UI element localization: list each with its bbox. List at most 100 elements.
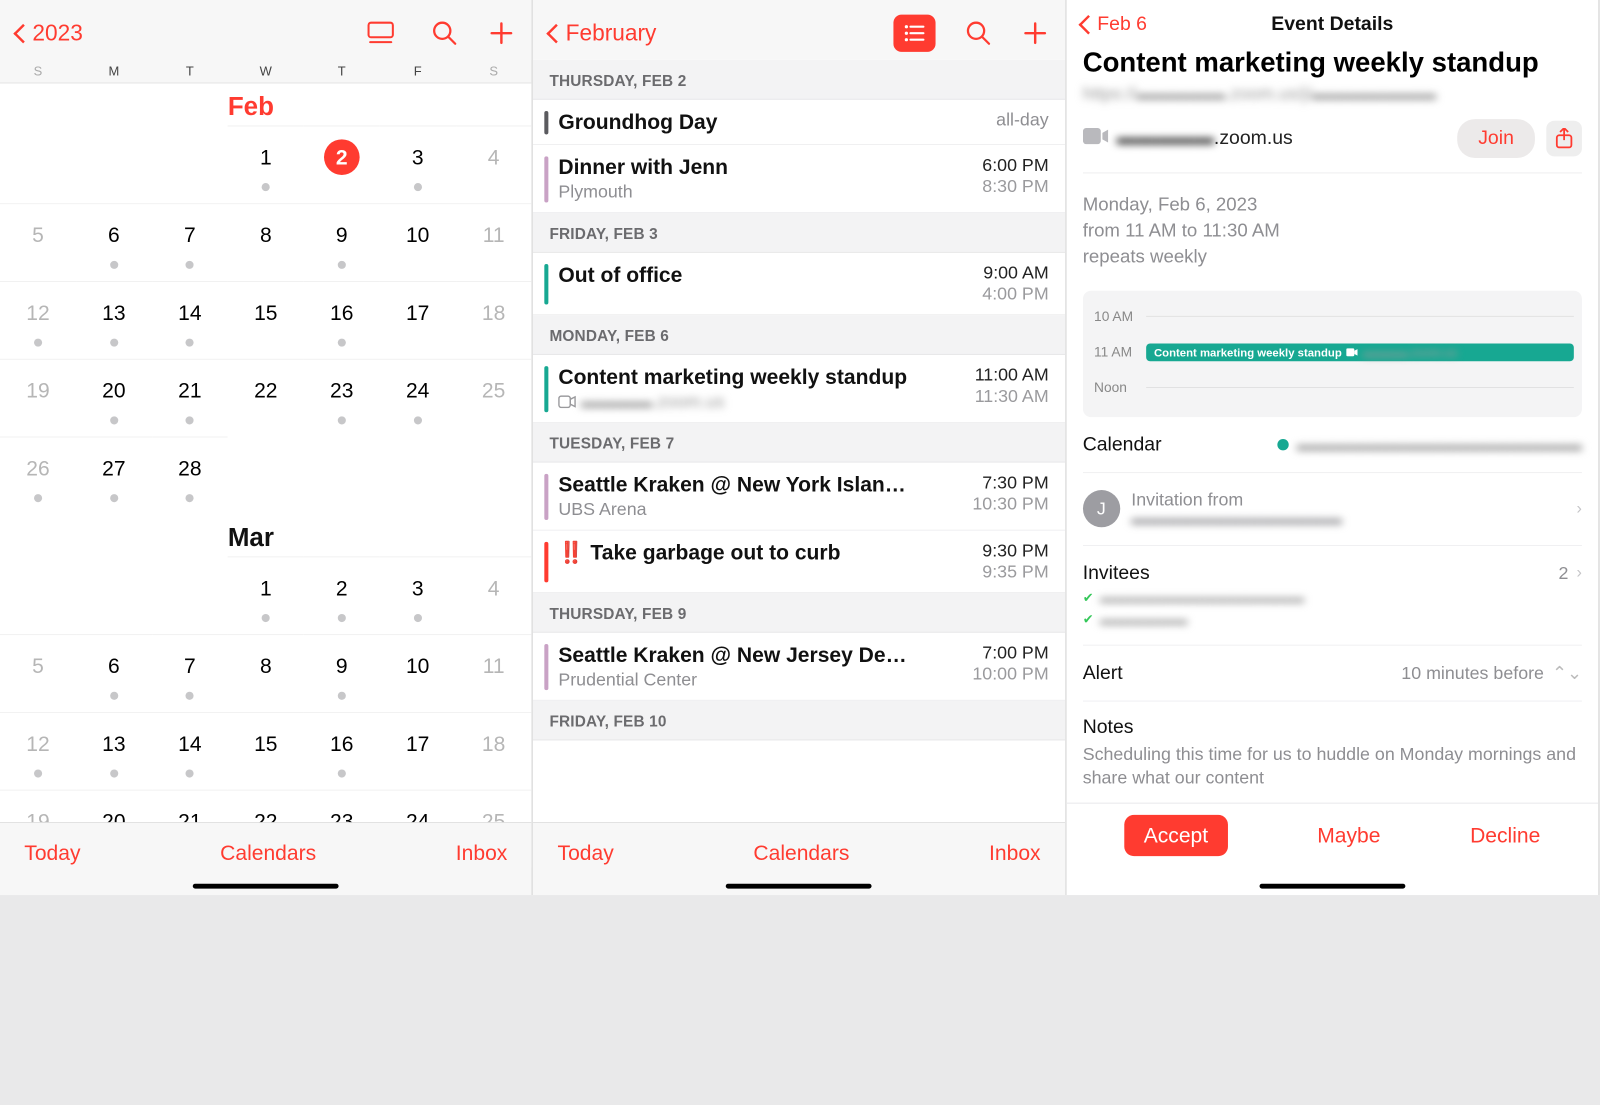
day-cell[interactable]: 6: [76, 634, 152, 712]
day-cell[interactable]: 27: [76, 437, 152, 515]
event-dot: [186, 416, 194, 424]
event-detail-body[interactable]: Content marketing weekly standup https:/…: [1066, 42, 1598, 803]
invitees-row[interactable]: Invitees 2 › ✔▬▬▬▬▬▬▬▬▬▬▬▬▬▬ ✔▬▬▬▬▬▬: [1083, 546, 1582, 646]
day-cell[interactable]: 17: [380, 281, 456, 359]
day-cell[interactable]: 24: [380, 359, 456, 437]
add-event-button[interactable]: [488, 19, 516, 47]
back-button[interactable]: 2023: [16, 20, 83, 46]
accept-button[interactable]: Accept: [1124, 815, 1227, 856]
day-cell[interactable]: 20: [76, 790, 152, 822]
invitation-row[interactable]: J Invitation from ▬▬▬▬▬▬▬▬▬▬▬▬▬ ›: [1083, 473, 1582, 546]
day-cell[interactable]: 16: [304, 712, 380, 790]
day-cell[interactable]: 7: [152, 203, 228, 281]
day-cell[interactable]: 21: [152, 359, 228, 437]
timeline-event[interactable]: Content marketing weekly standup ▬▬▬▬.zo…: [1146, 343, 1574, 361]
day-cell[interactable]: 23: [304, 790, 380, 822]
day-cell[interactable]: 9: [304, 634, 380, 712]
decline-button[interactable]: Decline: [1470, 823, 1540, 848]
agenda-item-title: Content marketing weekly standup: [558, 365, 965, 390]
day-cell[interactable]: 11: [456, 203, 532, 281]
day-cell[interactable]: 19: [0, 790, 76, 822]
join-button[interactable]: Join: [1457, 119, 1535, 158]
day-cell[interactable]: 1: [228, 556, 304, 634]
maybe-button[interactable]: Maybe: [1317, 823, 1380, 848]
share-button[interactable]: [1546, 121, 1582, 157]
day-cell[interactable]: 25: [456, 790, 532, 822]
home-indicator[interactable]: [726, 884, 872, 889]
day-cell[interactable]: 8: [228, 634, 304, 712]
day-cell[interactable]: 26: [0, 437, 76, 515]
day-cell[interactable]: 22: [228, 790, 304, 822]
day-cell[interactable]: 14: [152, 712, 228, 790]
home-indicator[interactable]: [1259, 884, 1405, 889]
alert-row[interactable]: Alert 10 minutes before ⌃⌄: [1083, 645, 1582, 701]
today-button[interactable]: Today: [24, 841, 80, 866]
agenda-item[interactable]: Dinner with JennPlymouth6:00 PM8:30 PM: [533, 145, 1065, 213]
day-cell[interactable]: 18: [456, 712, 532, 790]
day-cell[interactable]: 11: [456, 634, 532, 712]
today-button[interactable]: Today: [558, 841, 614, 866]
agenda-item[interactable]: Groundhog Dayall-day: [533, 100, 1065, 145]
back-button[interactable]: February: [549, 20, 656, 46]
list-toggle-button-active[interactable]: [893, 15, 935, 52]
agenda-item[interactable]: Out of office9:00 AM4:00 PM: [533, 253, 1065, 315]
day-cell[interactable]: 8: [228, 203, 304, 281]
event-meta: Monday, Feb 6, 2023 from 11 AM to 11:30 …: [1083, 191, 1582, 269]
day-cell[interactable]: 3: [380, 556, 456, 634]
event-repeat: repeats weekly: [1083, 243, 1582, 269]
day-cell[interactable]: 17: [380, 712, 456, 790]
day-cell[interactable]: 7: [152, 634, 228, 712]
day-cell[interactable]: 16: [304, 281, 380, 359]
add-event-button[interactable]: [1021, 19, 1049, 47]
day-cell[interactable]: 15: [228, 281, 304, 359]
day-cell[interactable]: 6: [76, 203, 152, 281]
day-cell[interactable]: 13: [76, 712, 152, 790]
day-cell[interactable]: 4: [456, 126, 532, 204]
day-cell[interactable]: 22: [228, 359, 304, 437]
day-cell[interactable]: 14: [152, 281, 228, 359]
day-cell[interactable]: 23: [304, 359, 380, 437]
agenda-item[interactable]: Content marketing weekly standup▬▬▬▬.zoo…: [533, 355, 1065, 423]
list-toggle-button[interactable]: [360, 15, 402, 52]
day-cell[interactable]: 21: [152, 790, 228, 822]
day-cell[interactable]: 1: [228, 126, 304, 204]
day-cell[interactable]: 15: [228, 712, 304, 790]
day-cell[interactable]: 2: [304, 556, 380, 634]
agenda-item-times: 6:00 PM8:30 PM: [982, 155, 1048, 197]
calendars-button[interactable]: Calendars: [220, 841, 316, 866]
inbox-button[interactable]: Inbox: [456, 841, 508, 866]
day-cell[interactable]: 13: [76, 281, 152, 359]
day-cell[interactable]: 2: [304, 126, 380, 204]
search-button[interactable]: [431, 19, 459, 47]
event-url[interactable]: https://▬▬▬▬▬.zoom.us/j/▬▬▬▬▬▬▬: [1083, 84, 1582, 105]
calendars-button[interactable]: Calendars: [753, 841, 849, 866]
agenda-item[interactable]: Seattle Kraken @ New Jersey De…Prudentia…: [533, 633, 1065, 701]
day-cell[interactable]: 5: [0, 203, 76, 281]
day-cell[interactable]: 12: [0, 712, 76, 790]
day-cell[interactable]: 4: [456, 556, 532, 634]
weekday: S: [0, 65, 76, 80]
month-label: Mar: [228, 514, 304, 552]
agenda-item[interactable]: Seattle Kraken @ New York Islan…UBS Aren…: [533, 463, 1065, 531]
day-cell[interactable]: 28: [152, 437, 228, 515]
inbox-button[interactable]: Inbox: [989, 841, 1041, 866]
chevron-left-icon: [549, 22, 562, 45]
day-cell[interactable]: 12: [0, 281, 76, 359]
calendar-row[interactable]: Calendar ▬▬▬▬▬▬▬▬▬▬▬▬▬▬▬▬: [1083, 417, 1582, 473]
month-scroll[interactable]: Feb1234567891011121314151617181920212223…: [0, 83, 532, 822]
day-cell[interactable]: 19: [0, 359, 76, 437]
day-cell[interactable]: 18: [456, 281, 532, 359]
home-indicator[interactable]: [193, 884, 339, 889]
day-cell[interactable]: 10: [380, 203, 456, 281]
day-cell[interactable]: 25: [456, 359, 532, 437]
agenda-item[interactable]: ‼️ Take garbage out to curb9:30 PM9:35 P…: [533, 531, 1065, 593]
day-cell[interactable]: 3: [380, 126, 456, 204]
event-dot: [262, 183, 270, 191]
agenda-list[interactable]: THURSDAY, FEB 2Groundhog Dayall-dayDinne…: [533, 60, 1065, 822]
day-cell[interactable]: 9: [304, 203, 380, 281]
day-cell[interactable]: 5: [0, 634, 76, 712]
search-button[interactable]: [964, 19, 992, 47]
day-cell[interactable]: 24: [380, 790, 456, 822]
day-cell[interactable]: 10: [380, 634, 456, 712]
day-cell[interactable]: 20: [76, 359, 152, 437]
